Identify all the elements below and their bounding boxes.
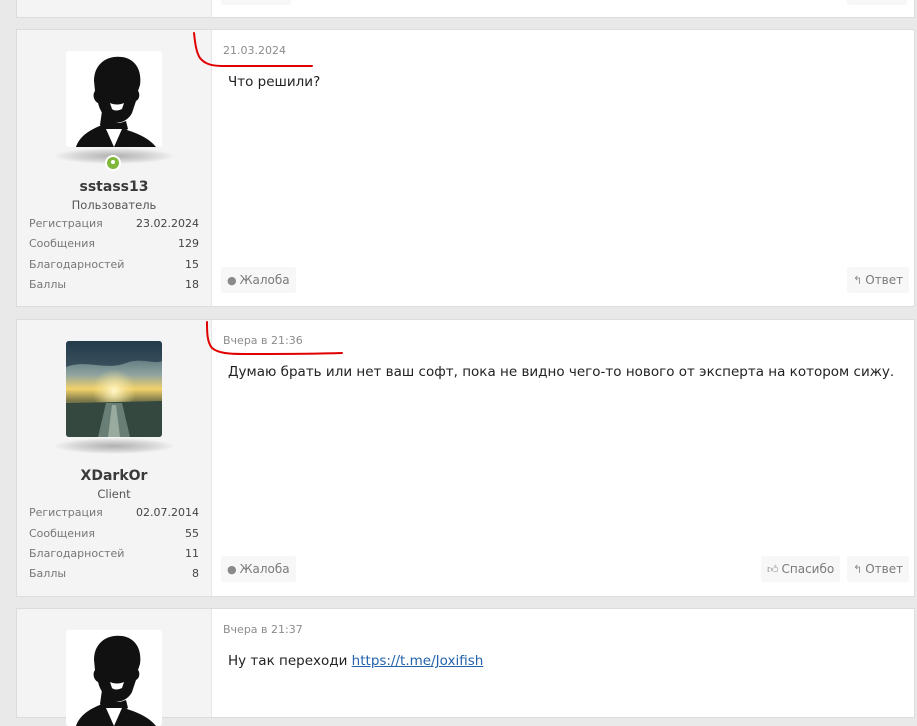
reply-button[interactable]: ↰ Ответ — [847, 556, 910, 582]
stat-value: 11 — [185, 547, 199, 560]
stat-thanks: Благодарностей 11 — [29, 547, 199, 563]
previous-post-button-left[interactable] — [221, 0, 291, 5]
thanks-button[interactable]: 👍︎ Спасибо — [761, 556, 841, 582]
avatar-man-sunglasses-image — [66, 630, 162, 726]
stat-label: Регистрация — [29, 217, 103, 230]
user-info-pane: sstass13 Пользователь Регистрация 23.02.… — [17, 30, 212, 306]
info-circle-icon: ● — [227, 274, 237, 287]
stat-value: 8 — [192, 567, 199, 580]
previous-post-button-right[interactable] — [847, 0, 907, 5]
previous-post-userpane — [17, 0, 212, 17]
post-sstass13: sstass13 Пользователь Регистрация 23.02.… — [16, 29, 915, 307]
user-title: Client — [97, 487, 131, 501]
report-button[interactable]: ● Жалоба — [221, 556, 296, 582]
post-message: Ну так переходи https://t.me/Joxifish — [228, 653, 483, 669]
post-message: Что решили? — [228, 74, 321, 90]
avatar-man-sunglasses-image — [66, 51, 162, 147]
post-date[interactable]: 21.03.2024 — [223, 44, 286, 57]
stat-thanks: Благодарностей 15 — [29, 258, 199, 274]
post-sstass13-reply: Вчера в 21:37 Ну так переходи https://t.… — [16, 608, 915, 726]
post-date[interactable]: Вчера в 21:37 — [223, 623, 303, 636]
avatar[interactable] — [66, 341, 162, 437]
stat-value[interactable]: 129 — [178, 237, 199, 250]
stat-value: 23.02.2024 — [136, 217, 199, 230]
stat-label: Регистрация — [29, 506, 103, 519]
stat-value: 15 — [185, 258, 199, 271]
user-title: Пользователь — [71, 198, 157, 212]
stat-value[interactable]: 55 — [185, 527, 199, 540]
stat-label: Сообщения — [29, 237, 96, 250]
avatar[interactable] — [66, 630, 162, 726]
username[interactable]: sstass13 — [17, 179, 211, 195]
post-date[interactable]: Вчера в 21:36 — [223, 334, 303, 347]
post-xdarkor: XDarkOr Client Регистрация 02.07.2014 Со… — [16, 319, 915, 597]
post-message-text: Ну так переходи — [228, 653, 352, 669]
reply-label: Ответ — [865, 562, 904, 576]
report-label: Жалоба — [239, 273, 290, 287]
reply-button[interactable]: ↰ Ответ — [847, 267, 910, 293]
avatar-sunset-image — [66, 341, 162, 437]
stat-label: Сообщения — [29, 527, 96, 540]
telegram-link[interactable]: https://t.me/Joxifish — [352, 653, 484, 669]
stat-value: 18 — [185, 278, 199, 291]
stat-registration: Регистрация 23.02.2024 — [29, 217, 199, 233]
avatar-shadow — [54, 438, 174, 454]
reply-arrow-icon: ↰ — [853, 274, 863, 287]
stat-messages: Сообщения 55 — [29, 527, 199, 543]
stat-label: Баллы — [29, 278, 67, 291]
avatar[interactable] — [66, 51, 162, 147]
stat-points: Баллы 18 — [29, 278, 199, 294]
stat-label: Благодарностей — [29, 258, 125, 271]
post-message: Думаю брать или нет ваш софт, пока не ви… — [228, 364, 895, 380]
stat-label: Баллы — [29, 567, 67, 580]
user-info-pane — [17, 609, 212, 726]
reply-arrow-icon: ↰ — [853, 563, 863, 576]
username[interactable]: XDarkOr — [17, 468, 211, 484]
previous-post — [16, 0, 915, 18]
stat-messages: Сообщения 129 — [29, 237, 199, 253]
report-label: Жалоба — [239, 562, 290, 576]
online-status-icon — [105, 155, 121, 171]
reply-label: Ответ — [865, 273, 904, 287]
user-info-pane: XDarkOr Client Регистрация 02.07.2014 Со… — [17, 320, 212, 596]
thanks-label: Спасибо — [781, 562, 835, 576]
thumbs-up-icon: 👍︎ — [767, 563, 779, 576]
stat-label: Благодарностей — [29, 547, 125, 560]
info-circle-icon: ● — [227, 563, 237, 576]
stat-value: 02.07.2014 — [136, 506, 199, 519]
report-button[interactable]: ● Жалоба — [221, 267, 296, 293]
stat-registration: Регистрация 02.07.2014 — [29, 506, 199, 522]
stat-points: Баллы 8 — [29, 567, 199, 583]
